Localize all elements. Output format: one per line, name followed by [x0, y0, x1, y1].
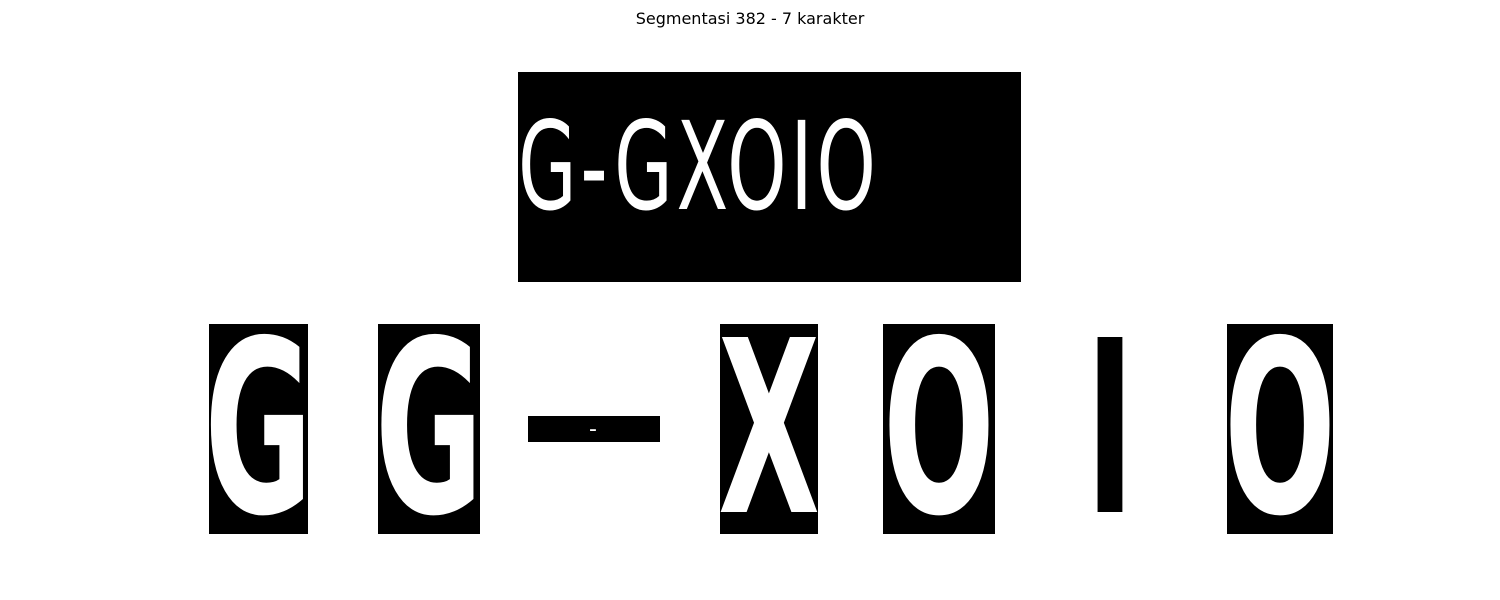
segment-6: I — [1097, 324, 1123, 534]
segment-5-char: O — [883, 324, 995, 534]
segment-2-char: G — [378, 324, 480, 534]
segment-1-char: G — [209, 324, 308, 534]
segment-7: O — [1227, 324, 1333, 534]
figure-title: Segmentasi 382 - 7 karakter — [635, 9, 865, 28]
segment-4: X — [720, 324, 818, 534]
license-plate-image: G-GXOIO — [518, 72, 1021, 282]
plate-text: G-GXOIO — [518, 96, 880, 238]
segment-5: O — [883, 324, 995, 534]
segment-1: G — [209, 324, 308, 534]
segment-4-char: X — [720, 324, 818, 534]
segment-3-char: - — [589, 417, 599, 442]
segment-3: - — [528, 416, 660, 442]
segment-6-char: I — [1097, 324, 1123, 534]
segment-7-char: O — [1227, 324, 1333, 534]
segment-2: G — [378, 324, 480, 534]
